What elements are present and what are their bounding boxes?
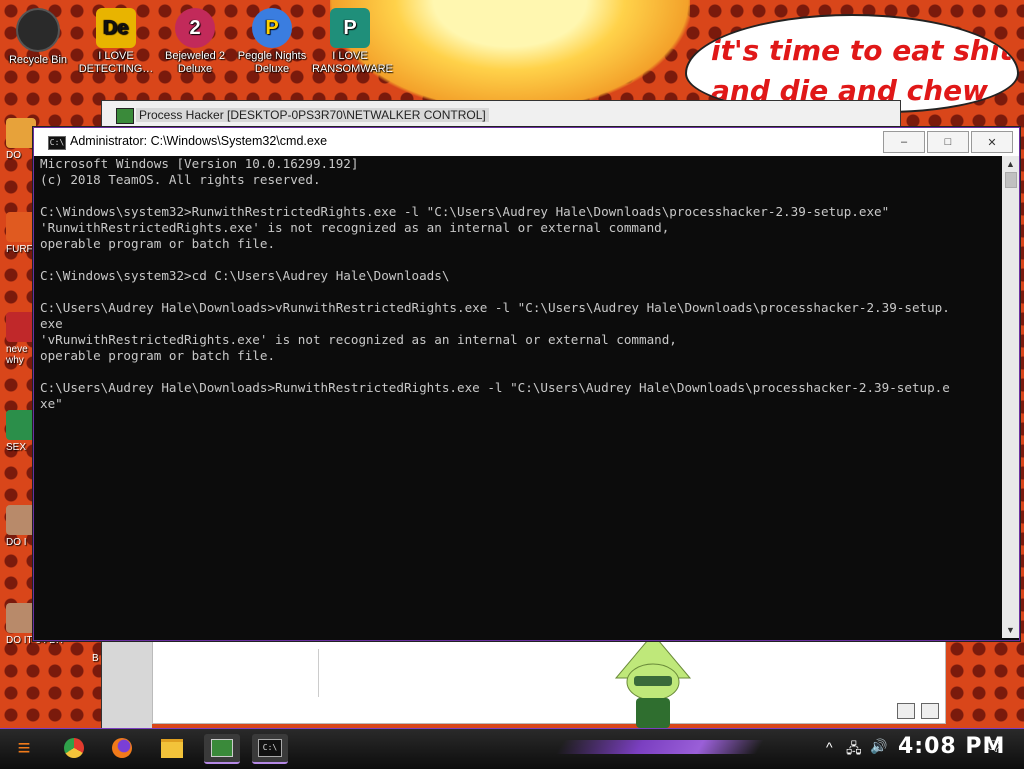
taskbar-process-hacker[interactable] bbox=[204, 734, 240, 764]
console-line: operable program or batch file. bbox=[40, 348, 276, 363]
desktop-icon-label: Bejeweled 2 Deluxe bbox=[165, 50, 225, 75]
process-hacker-icon bbox=[211, 739, 233, 757]
network-icon[interactable]: 🖧 bbox=[846, 738, 862, 762]
recycle-bin-icon bbox=[16, 8, 60, 52]
console-line: C:\Windows\system32>cd C:\Users\Audrey H… bbox=[40, 268, 450, 283]
desktop-icon-recycle-bin[interactable]: Recycle Bin bbox=[0, 6, 76, 67]
desktop-icon-label-fragment: B bbox=[92, 653, 99, 664]
close-button[interactable]: ✕ bbox=[971, 131, 1013, 153]
scroll-down-arrow-icon[interactable]: ▼ bbox=[1002, 622, 1019, 638]
cmd-window[interactable]: C:\ Administrator: C:\Windows\System32\c… bbox=[33, 127, 1020, 641]
console-line: xe" bbox=[40, 396, 63, 411]
firefox-icon bbox=[112, 738, 132, 758]
desktop-icon-detecting[interactable]: De I LOVE DETECTING… bbox=[78, 6, 154, 76]
scroll-up-arrow-icon[interactable]: ▲ bbox=[1002, 156, 1019, 172]
shortcut-icon bbox=[6, 410, 36, 440]
notification-icon[interactable]: 🗨 bbox=[984, 738, 1002, 755]
desktop-icon-bejeweled[interactable]: 2 Bejeweled 2 Deluxe bbox=[157, 6, 233, 76]
console-line: 'RunwithRestrictedRights.exe' is not rec… bbox=[40, 220, 670, 235]
character-sticker bbox=[614, 633, 692, 728]
console-output[interactable]: Microsoft Windows [Version 10.0.16299.19… bbox=[40, 156, 1000, 636]
detective-game-icon: De bbox=[96, 8, 136, 48]
chrome-icon bbox=[64, 738, 84, 758]
scrollbar-thumb[interactable] bbox=[1005, 172, 1017, 188]
desktop-icon-label: I LOVE RANSOMWARE bbox=[312, 50, 393, 75]
desktop-icon-label: Peggle Nights Deluxe bbox=[237, 50, 307, 75]
desktop-icon-label: Recycle Bin bbox=[8, 54, 68, 66]
cmd-icon: C:\ bbox=[258, 739, 282, 757]
publisher-icon: P bbox=[330, 8, 370, 48]
vertical-scrollbar[interactable]: ▲ ▼ bbox=[1002, 156, 1019, 638]
firefox-shortcut-icon bbox=[6, 212, 36, 242]
console-line: 'vRunwithRestrictedRights.exe' is not re… bbox=[40, 332, 677, 347]
cmd-title: Administrator: C:\Windows\System32\cmd.e… bbox=[70, 134, 328, 148]
console-line: operable program or batch file. bbox=[40, 236, 276, 251]
console-line: C:\Users\Audrey Hale\Downloads>vRunwithR… bbox=[40, 300, 950, 315]
start-button[interactable]: ≡ bbox=[6, 734, 42, 762]
process-hacker-lower-panel bbox=[152, 640, 946, 724]
tile-view-icon[interactable] bbox=[921, 703, 939, 719]
peggle-icon: P bbox=[252, 8, 292, 48]
tray-chevron-icon[interactable]: ^ bbox=[826, 739, 833, 755]
taskbar-decoration bbox=[555, 740, 765, 754]
desktop-icon-peggle[interactable]: P Peggle Nights Deluxe bbox=[234, 6, 310, 76]
list-view-icon[interactable] bbox=[897, 703, 915, 719]
maximize-button[interactable]: □ bbox=[927, 131, 969, 153]
portrait-icon bbox=[6, 603, 36, 633]
console-line: C:\Users\Audrey Hale\Downloads>RunwithRe… bbox=[40, 380, 950, 395]
volume-icon[interactable]: 🔊 bbox=[870, 738, 887, 755]
process-hacker-icon bbox=[116, 108, 134, 124]
taskbar-chrome[interactable] bbox=[56, 734, 92, 762]
desktop-icon-label: I LOVE DETECTING… bbox=[78, 50, 154, 75]
console-line: C:\Windows\system32>RunwithRestrictedRig… bbox=[40, 204, 890, 219]
portrait-icon bbox=[6, 505, 36, 535]
process-hacker-window-body bbox=[101, 636, 152, 731]
taskbar-file-explorer[interactable] bbox=[154, 734, 190, 762]
shortcut-icon bbox=[6, 312, 36, 342]
folder-icon bbox=[161, 738, 183, 758]
speech-bubble-line-1: it's time to eat shit bbox=[711, 34, 1013, 67]
console-line: (c) 2018 TeamOS. All rights reserved. bbox=[40, 172, 321, 187]
cmd-window-icon: C:\ bbox=[48, 136, 66, 150]
chrome-shortcut-icon bbox=[6, 118, 36, 148]
minimize-button[interactable]: – bbox=[883, 131, 925, 153]
process-hacker-title: Process Hacker [DESKTOP-0PS3R70\NETWALKE… bbox=[136, 108, 489, 122]
bejeweled-icon: 2 bbox=[175, 8, 215, 48]
console-line: Microsoft Windows [Version 10.0.16299.19… bbox=[40, 156, 359, 171]
desktop-icon-ransomware[interactable]: P I LOVE RANSOMWARE bbox=[312, 6, 393, 76]
taskbar-firefox[interactable] bbox=[104, 734, 140, 762]
console-line: exe bbox=[40, 316, 63, 331]
cmd-titlebar[interactable]: C:\ Administrator: C:\Windows\System32\c… bbox=[34, 128, 1019, 156]
taskbar-cmd[interactable]: C:\ bbox=[252, 734, 288, 764]
panel-divider bbox=[318, 649, 319, 697]
speech-bubble: it's time to eat shit and die and chew bbox=[685, 14, 1019, 113]
